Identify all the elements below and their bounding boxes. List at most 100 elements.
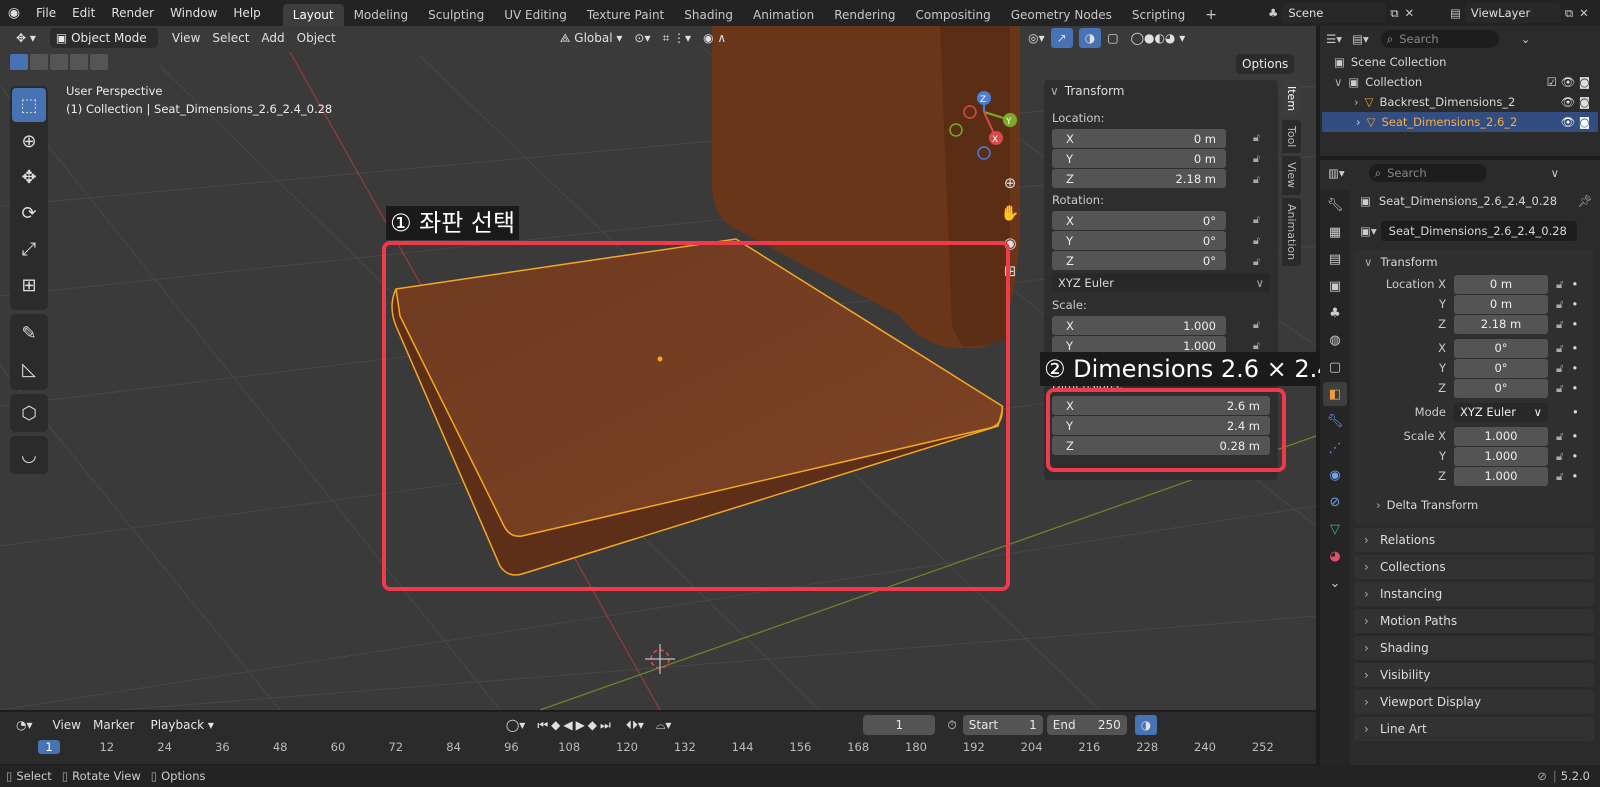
end-frame-field[interactable]: End 250 — [1046, 715, 1127, 735]
lock-icon[interactable]: 🔓︎ — [1556, 381, 1563, 396]
filter-icon[interactable]: ⌄ — [1521, 32, 1531, 46]
new-scene-icon[interactable]: ⧉ — [1390, 6, 1398, 21]
tab-geometry-nodes[interactable]: Geometry Nodes — [1001, 4, 1122, 26]
tab-sculpting[interactable]: Sculpting — [418, 4, 494, 26]
measure-tool-icon[interactable]: ◺ — [12, 352, 46, 386]
tab-rendering[interactable]: Rendering — [824, 4, 905, 26]
expand-chevron-icon[interactable]: › — [1356, 115, 1361, 129]
lock-icon[interactable]: 🔓︎ — [1556, 449, 1563, 464]
panel-relations[interactable]: Relations — [1354, 528, 1594, 552]
transform-panel-header[interactable]: ∨ Transform — [1044, 80, 1278, 102]
outliner-search[interactable]: ⌕ Search — [1380, 30, 1499, 48]
panel-collections[interactable]: Collections — [1354, 555, 1594, 579]
keyframe-dot-icon[interactable]: • — [1571, 429, 1578, 443]
object-toggles-icon[interactable]: 👁︎ ◙ — [1561, 95, 1590, 109]
lock-icon[interactable]: 🔓︎ — [1253, 213, 1260, 227]
data-tab-icon[interactable]: ▽ — [1323, 517, 1347, 541]
scale-z-field[interactable]: 1.000 — [1454, 466, 1548, 486]
select-invert-icon[interactable] — [70, 54, 88, 70]
outliner-scene-collection[interactable]: ▣ Scene Collection — [1320, 52, 1600, 72]
properties-search[interactable]: ⌕ Search — [1368, 164, 1487, 182]
curve-tool-icon[interactable]: ◡ — [12, 438, 46, 472]
annotate-tool-icon[interactable]: ✎ — [12, 316, 46, 350]
add-cube-tool-icon[interactable]: ⬡ — [12, 396, 46, 430]
tab-shading[interactable]: Shading — [674, 4, 743, 26]
remove-scene-icon[interactable]: ✕ — [1405, 6, 1415, 20]
menu-window[interactable]: Window — [162, 0, 225, 26]
keying-icon[interactable]: ◯▾ — [500, 715, 531, 735]
lock-icon[interactable]: 🔓︎ — [1556, 429, 1563, 444]
lock-icon[interactable]: 🔓︎ — [1253, 339, 1260, 353]
tab-modeling[interactable]: Modeling — [344, 4, 419, 26]
pan-hand-icon[interactable]: ✋ — [998, 204, 1022, 234]
current-frame-marker[interactable]: 1 — [38, 740, 60, 754]
tab-compositing[interactable]: Compositing — [905, 4, 1000, 26]
keyframe-nav-icon[interactable]: ⏴⏵▾ — [620, 715, 650, 735]
chevron-down-icon[interactable]: ∨ — [1551, 166, 1559, 180]
physics-tab-icon[interactable]: ◉ — [1323, 463, 1347, 487]
menu-render[interactable]: Render — [103, 0, 162, 26]
transform-tool-icon[interactable]: ⊞ — [12, 268, 46, 302]
tab-animation[interactable]: Animation — [743, 4, 824, 26]
keyframe-dot-icon[interactable]: • — [1571, 297, 1578, 311]
rotation-mode-dropdown[interactable]: XYZ Euler ∨ — [1454, 402, 1548, 422]
timeline-ruler[interactable]: 1 12 24 36 48 60 72 84 96 108 120 132 144 156 168 180 19… — [0, 738, 1316, 762]
object-toggles-icon[interactable]: 👁︎ ◙ — [1561, 115, 1590, 129]
menu-select[interactable]: Select — [206, 28, 255, 48]
keyframe-dot-icon[interactable]: • — [1571, 469, 1578, 483]
render-tab-icon[interactable]: ▦ — [1323, 220, 1347, 244]
orientation-dropdown[interactable]: ⟁ Global ▾ — [554, 28, 629, 48]
visibility-icon[interactable]: ◎▾ — [1022, 28, 1051, 48]
modifier-tab-icon[interactable]: 🔧︎ — [1323, 409, 1347, 433]
keyframe-dot-icon[interactable]: • — [1571, 449, 1578, 463]
timeline-editor-type-icon[interactable]: ◔▾ — [10, 715, 39, 735]
remove-view-layer-icon[interactable]: ✕ — [1579, 6, 1589, 20]
clock-icon[interactable]: ⏱ — [941, 715, 962, 735]
object-tab-icon[interactable]: ◧ — [1323, 382, 1347, 406]
outliner-collection[interactable]: ∨ ▣ Collection ☑ 👁︎ ◙ — [1320, 72, 1600, 92]
new-view-layer-icon[interactable]: ⧉ — [1565, 6, 1573, 21]
pin-icon[interactable]: 📌︎ — [1577, 194, 1592, 208]
lock-icon[interactable]: 🔓︎ — [1253, 131, 1260, 145]
select-intersect-icon[interactable] — [90, 54, 108, 70]
keyframe-dot-icon[interactable]: • — [1571, 381, 1578, 395]
scene-name[interactable]: Scene — [1282, 3, 1387, 23]
tab-scripting[interactable]: Scripting — [1122, 4, 1195, 26]
panel-shading[interactable]: Shading — [1354, 636, 1594, 660]
menu-edit[interactable]: Edit — [64, 0, 103, 26]
overlay-toggle-icon[interactable]: ◑ — [1078, 28, 1102, 48]
outliner-item-seat[interactable]: › ▽ Seat_Dimensions_2.6_2 👁︎ ◙ — [1322, 112, 1598, 132]
panel-viewport-display[interactable]: Viewport Display — [1354, 690, 1594, 714]
more-tabs-icon[interactable]: ⌄ — [1323, 571, 1347, 595]
select-box-tool-icon[interactable]: ⬚ — [12, 88, 46, 122]
outliner-editor-icon[interactable]: ☰▾ — [1326, 32, 1342, 46]
scene-tab-icon[interactable]: ♣ — [1323, 301, 1347, 325]
lock-icon[interactable]: 🔓︎ — [1253, 173, 1260, 187]
lock-icon[interactable]: 🔓︎ — [1556, 469, 1563, 484]
menu-object[interactable]: Object — [291, 28, 342, 48]
lock-icon[interactable]: 🔓︎ — [1556, 277, 1563, 292]
rotation-x-field[interactable]: 0° — [1454, 338, 1548, 358]
constraints-tab-icon[interactable]: ⊘ — [1323, 490, 1347, 514]
select-subtract-icon[interactable] — [50, 54, 68, 70]
rotate-tool-icon[interactable]: ⟳ — [12, 196, 46, 230]
location-y-field[interactable]: 0 m — [1454, 294, 1548, 314]
rotation-x-field[interactable]: X 0° — [1052, 211, 1226, 230]
location-x-field[interactable]: X 0 m — [1052, 129, 1226, 148]
scale-y-field[interactable]: 1.000 — [1454, 446, 1548, 466]
scale-x-field[interactable]: 1.000 — [1454, 426, 1548, 446]
cursor-tool-icon[interactable]: ⊕ — [12, 124, 46, 158]
move-tool-icon[interactable]: ✥ — [12, 160, 46, 194]
location-z-field[interactable]: Z 2.18 m — [1052, 169, 1226, 188]
tab-texture-paint[interactable]: Texture Paint — [577, 4, 674, 26]
timeline-menu-view[interactable]: View — [47, 715, 87, 735]
collection-tab-icon[interactable]: ▢ — [1323, 355, 1347, 379]
scale-x-field[interactable]: X 1.000 — [1052, 316, 1226, 335]
3d-cursor-icon[interactable] — [645, 644, 675, 674]
panel-instancing[interactable]: Instancing — [1354, 582, 1594, 606]
start-frame-field[interactable]: Start 1 — [962, 715, 1043, 735]
material-tab-icon[interactable]: ◕ — [1323, 544, 1347, 568]
tab-tool[interactable]: Tool — [1282, 120, 1301, 154]
lock-icon[interactable]: 🔓︎ — [1556, 317, 1563, 332]
mode-dropdown[interactable]: ▣ Object Mode ▾ — [49, 28, 158, 65]
